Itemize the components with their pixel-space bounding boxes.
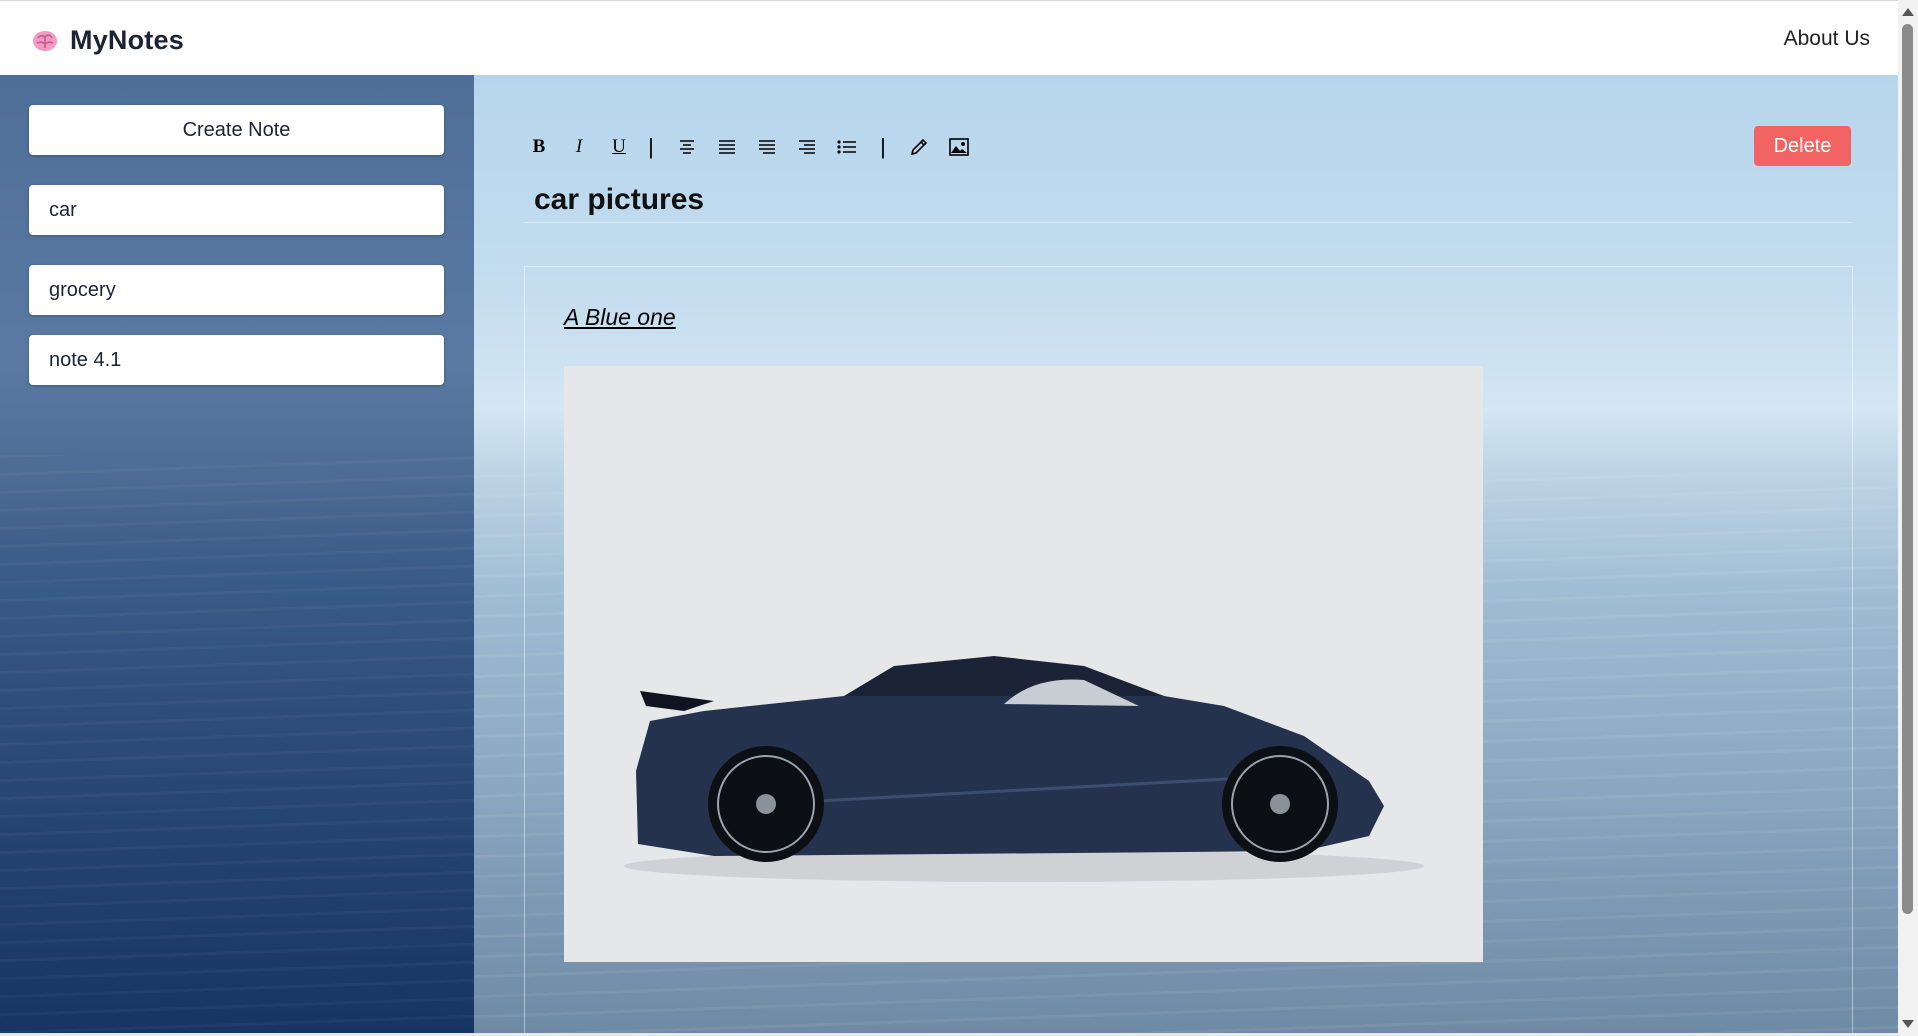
note-title[interactable]: car pictures	[524, 183, 1852, 223]
align-justify-icon[interactable]	[752, 132, 782, 162]
toolbar-separator: |	[648, 134, 654, 159]
delete-button[interactable]: Delete	[1754, 126, 1851, 166]
scrollbar[interactable]	[1898, 0, 1918, 1036]
app-title: MyNotes	[70, 25, 184, 55]
formatting-toolbar: B I U | |	[524, 127, 984, 167]
brain-icon	[33, 30, 57, 51]
car-image	[564, 366, 1483, 962]
italic-button[interactable]: I	[564, 132, 594, 162]
note-editor[interactable]: A Blue one	[524, 266, 1853, 1033]
create-note-button[interactable]: Create Note	[29, 105, 444, 155]
pen-icon[interactable]	[904, 132, 934, 162]
bullet-list-icon[interactable]	[832, 132, 862, 162]
note-item-grocery[interactable]: grocery	[29, 265, 444, 315]
scroll-down-arrow-icon[interactable]	[1902, 1020, 1914, 1028]
about-us-link[interactable]: About Us	[1784, 27, 1870, 51]
brand[interactable]: MyNotes	[32, 25, 184, 56]
sidebar: Create Note car grocery note 4.1	[0, 75, 474, 1033]
note-body-text[interactable]: A Blue one	[564, 304, 676, 331]
underline-button[interactable]: U	[604, 132, 634, 162]
editor-panel: B I U | | Delete car pictures A Blue one	[474, 75, 1898, 1033]
note-item-note-4-1[interactable]: note 4.1	[29, 335, 444, 385]
image-icon[interactable]	[944, 132, 974, 162]
align-right-icon[interactable]	[792, 132, 822, 162]
top-nav: MyNotes About Us	[0, 0, 1898, 75]
align-center-icon[interactable]	[672, 132, 702, 162]
note-item-car[interactable]: car	[29, 185, 444, 235]
sea-background	[0, 455, 474, 1033]
bold-button[interactable]: B	[524, 132, 554, 162]
scroll-up-arrow-icon[interactable]	[1902, 8, 1914, 16]
scroll-thumb[interactable]	[1902, 24, 1913, 914]
align-left-icon[interactable]	[712, 132, 742, 162]
toolbar-separator: |	[880, 134, 886, 159]
